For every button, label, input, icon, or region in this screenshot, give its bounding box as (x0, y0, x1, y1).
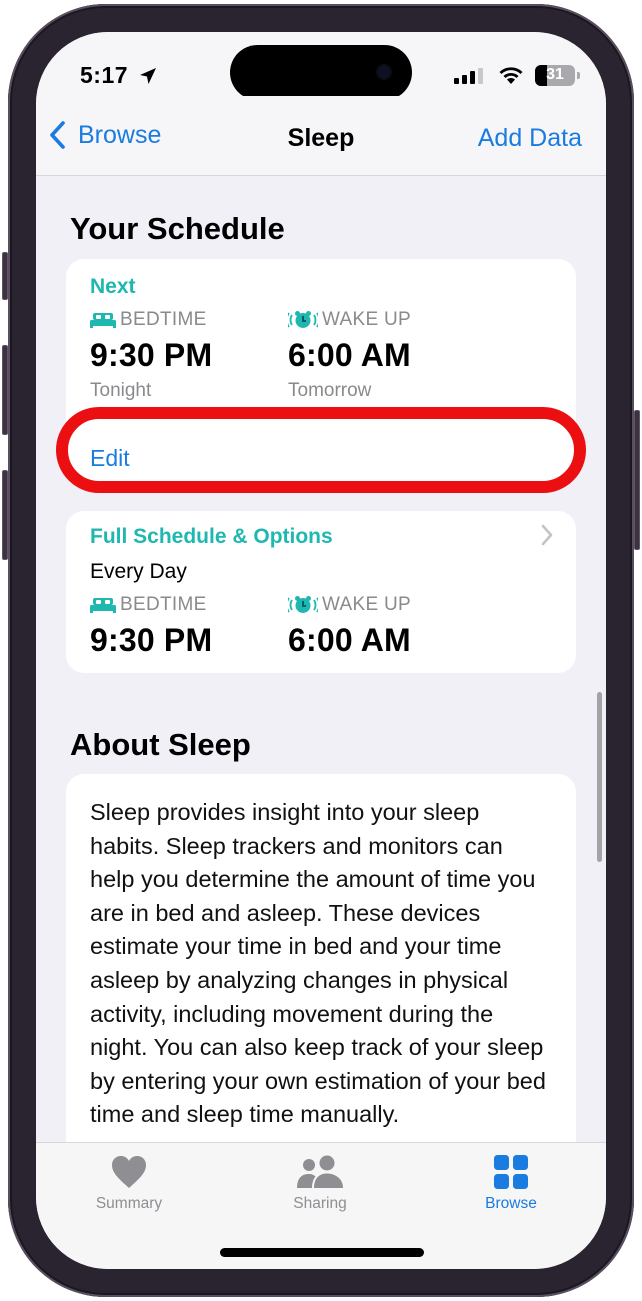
front-camera (378, 66, 390, 78)
battery-indicator: 31 (535, 65, 575, 86)
navigation-bar: Browse Sleep Add Data (36, 96, 606, 176)
grid-icon (494, 1155, 528, 1189)
battery-nub (577, 72, 580, 79)
tab-summary[interactable]: Summary (59, 1155, 199, 1213)
tab-summary-label: Summary (95, 1195, 163, 1212)
full-bedtime-label: BEDTIME (120, 594, 207, 615)
tab-sharing[interactable]: Sharing (250, 1155, 390, 1213)
scroll-content[interactable]: Your Schedule Next BEDTIME 9:30 PM Tonig… (36, 177, 606, 1142)
dynamic-island (230, 45, 412, 100)
alarm-clock-icon (288, 311, 318, 328)
bedtime-block: BEDTIME 9:30 PM Tonight (90, 309, 212, 402)
tab-browse[interactable]: Browse (441, 1155, 581, 1213)
wakeup-label: WAKE UP (322, 309, 412, 330)
bed-icon (90, 598, 116, 613)
status-time: 5:17 (80, 62, 129, 88)
full-wakeup-label: WAKE UP (322, 594, 412, 615)
wakeup-sub: Tomorrow (288, 380, 372, 401)
wakeup-block: WAKE UP 6:00 AM Tomorrow (288, 309, 411, 402)
tab-sharing-label: Sharing (293, 1195, 347, 1212)
screen: 5:17 31 Browse Sleep Add Data Your Sched… (36, 32, 606, 1269)
edit-row[interactable]: Edit (66, 431, 576, 487)
tab-browse-label: Browse (485, 1195, 537, 1212)
bed-icon (90, 313, 116, 328)
status-bar: 5:17 31 (36, 32, 606, 100)
full-wakeup-value: 6:00 AM (288, 622, 411, 658)
about-sleep-card: Sleep provides insight into your sleep h… (66, 774, 576, 1142)
edit-button[interactable]: Edit (90, 445, 130, 472)
full-bedtime-block: BEDTIME 9:30 PM (90, 594, 212, 659)
wifi-icon (499, 67, 523, 84)
volume-up-button (2, 345, 8, 435)
people-icon (297, 1155, 343, 1188)
scrollbar[interactable] (597, 692, 602, 862)
power-button (634, 410, 640, 550)
bedtime-sub: Tonight (90, 380, 152, 401)
home-indicator[interactable] (220, 1248, 424, 1257)
next-schedule-card: Next BEDTIME 9:30 PM Tonight WAKE UP 6:0… (66, 259, 576, 487)
full-wakeup-block: WAKE UP 6:00 AM (288, 594, 411, 659)
about-sleep-text: Sleep provides insight into your sleep h… (90, 799, 546, 1128)
heart-icon (112, 1156, 146, 1188)
battery-level: 31 (546, 66, 564, 83)
alarm-clock-icon (288, 596, 318, 613)
full-schedule-card[interactable]: Full Schedule & Options Every Day BEDTIM… (66, 511, 576, 673)
silent-switch (2, 252, 8, 300)
add-data-button[interactable]: Add Data (478, 124, 582, 153)
bedtime-value: 9:30 PM (90, 337, 213, 373)
your-schedule-heading: Your Schedule (70, 211, 285, 246)
chevron-right-icon (541, 524, 553, 546)
cellular-signal-icon (454, 68, 483, 84)
wakeup-value: 6:00 AM (288, 337, 411, 373)
location-arrow-icon (140, 68, 156, 84)
next-heading: Next (90, 275, 136, 298)
full-bedtime-value: 9:30 PM (90, 622, 213, 658)
full-schedule-heading: Full Schedule & Options (90, 525, 333, 548)
volume-down-button (2, 470, 8, 560)
schedule-days: Every Day (90, 560, 187, 583)
bedtime-label: BEDTIME (120, 309, 207, 330)
about-sleep-heading: About Sleep (70, 727, 251, 762)
